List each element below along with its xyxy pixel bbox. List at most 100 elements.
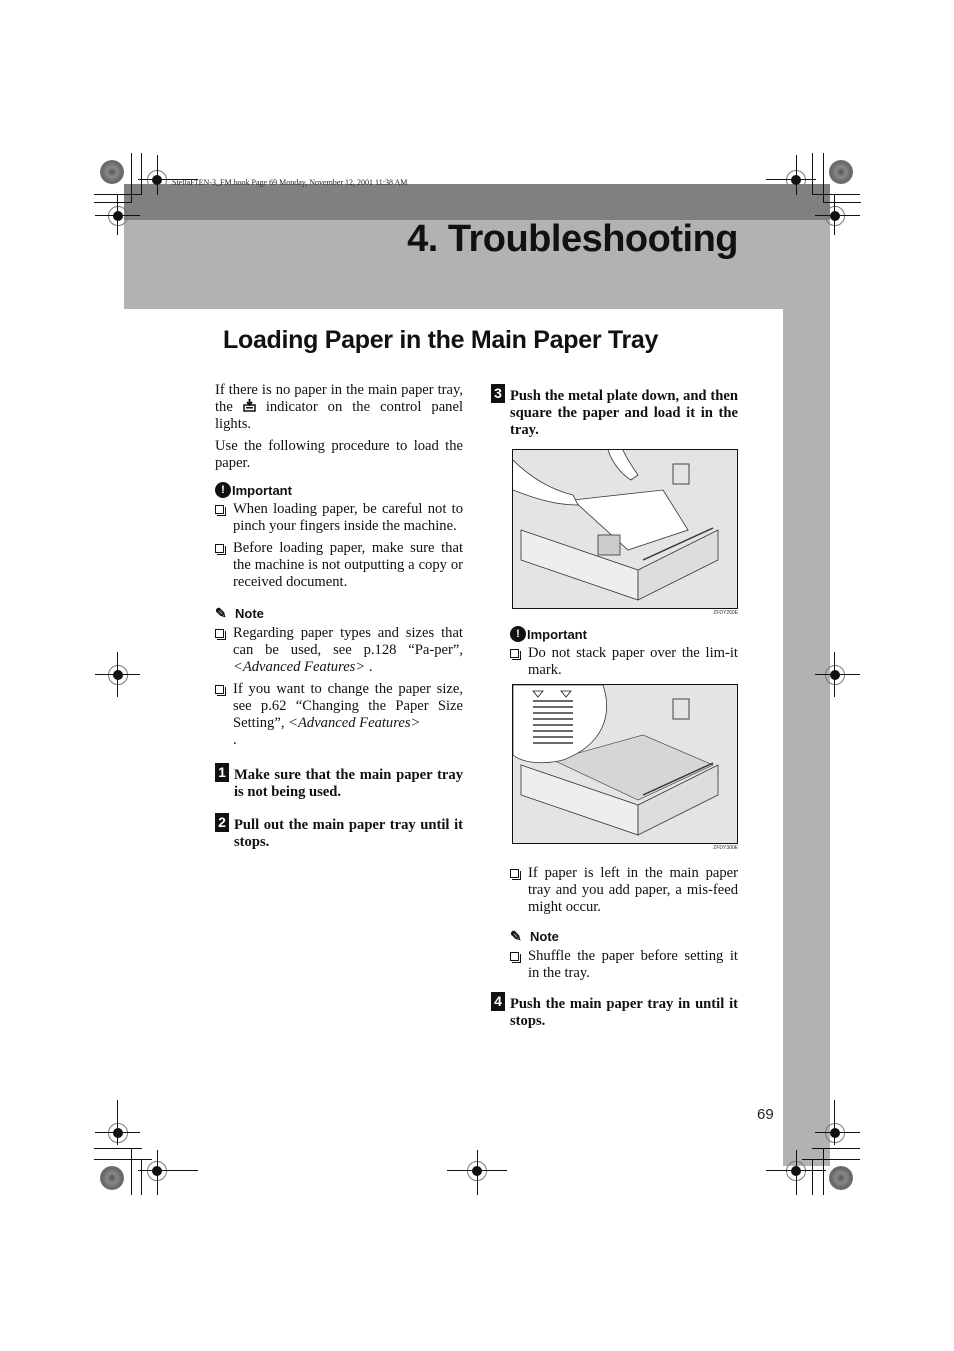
note-heading: ✎ Note <box>215 605 463 622</box>
crop-line <box>815 1132 860 1133</box>
crop-line <box>117 195 118 235</box>
crop-line <box>477 1150 478 1195</box>
crop-line <box>812 194 860 195</box>
crop-line <box>94 1148 142 1149</box>
left-column: If there is no paper in the main paper t… <box>215 382 463 851</box>
step-text: Push the metal plate down, and then squa… <box>510 388 738 438</box>
illustration-frame <box>512 684 738 844</box>
figure-code: ZFDY300E <box>713 845 738 851</box>
checkbox-bullet-icon <box>215 505 226 516</box>
illustration-frame <box>512 449 738 609</box>
chapter-title: 4. Troubleshooting <box>407 218 738 260</box>
crop-line <box>131 1148 132 1195</box>
figure-limit-mark: ZFDY300E <box>512 684 738 851</box>
important-label: Important <box>527 626 587 642</box>
crop-line <box>815 674 860 675</box>
figure-code: ZFDY260E <box>713 610 738 616</box>
list-item-text: Before loading paper, make sure that the… <box>233 540 463 590</box>
color-target-icon <box>100 160 124 184</box>
list-item: Do not stack paper over the lim-it mark. <box>510 645 738 679</box>
figure-loading-paper: ZFDY260E <box>512 449 738 616</box>
registration-mark-icon <box>108 1123 128 1143</box>
right-column: 3 Push the metal plate down, and then sq… <box>491 384 738 1030</box>
list-item-text: . <box>365 659 373 675</box>
important-heading: ! Important <box>491 626 738 642</box>
intro-paragraph: Use the following procedure to load the … <box>215 438 463 471</box>
figure-note-list: If paper is left in the main paper tray … <box>510 865 738 916</box>
registration-mark-icon <box>108 665 128 685</box>
chapter-header-band-dark <box>124 184 830 220</box>
important-list: When loading paper, be careful not to pi… <box>215 501 463 591</box>
crop-line <box>117 1100 118 1145</box>
crop-line <box>823 1148 824 1195</box>
crop-line <box>796 155 797 195</box>
crop-line <box>94 202 132 203</box>
list-item-text: When loading paper, be careful not to pi… <box>233 501 463 534</box>
crop-line <box>94 1159 152 1160</box>
important-icon: ! <box>510 626 526 642</box>
crop-line <box>802 1159 860 1160</box>
crop-line <box>823 153 824 203</box>
checkbox-bullet-icon <box>215 685 226 696</box>
color-target-icon <box>829 1166 853 1190</box>
color-target-icon <box>100 1166 124 1190</box>
list-item: Regarding paper types and sizes that can… <box>215 625 463 676</box>
crop-line <box>117 652 118 697</box>
checkbox-bullet-icon <box>510 952 521 963</box>
important-heading: ! Important <box>215 482 463 498</box>
checkbox-bullet-icon <box>510 869 521 880</box>
crop-line <box>131 153 132 203</box>
step-number-badge: 3 <box>491 384 505 403</box>
important-label: Important <box>232 482 292 498</box>
step-text: Pull out the main paper tray until it st… <box>234 817 463 850</box>
list-item: When loading paper, be careful not to pi… <box>215 501 463 535</box>
list-item-text: . <box>233 732 237 748</box>
crop-line <box>766 179 816 180</box>
registration-mark-icon <box>825 206 845 226</box>
paper-tray-limit-illustration <box>513 685 737 843</box>
file-info-slug: StellaF1EN-3_FM.book Page 69 Monday, Nov… <box>172 178 408 187</box>
step-4: 4 Push the main paper tray in until it s… <box>491 992 738 1030</box>
crop-line <box>138 1170 198 1171</box>
page-number: 69 <box>757 1106 774 1123</box>
step-number-badge: 4 <box>491 992 505 1011</box>
section-title: Loading Paper in the Main Paper Tray <box>223 326 659 354</box>
paper-tray-indicator-icon <box>243 399 256 412</box>
list-item: Shuffle the paper before setting it in t… <box>510 948 738 982</box>
paper-tray-illustration <box>513 450 737 608</box>
step-text: Push the main paper tray in until it sto… <box>510 996 738 1029</box>
crop-line <box>834 195 835 235</box>
checkbox-bullet-icon <box>510 649 521 660</box>
checkbox-bullet-icon <box>215 544 226 555</box>
crop-line <box>812 153 813 195</box>
list-item: If you want to change the paper size, se… <box>215 681 463 749</box>
registration-mark-icon <box>825 1123 845 1143</box>
crop-line <box>812 1159 813 1195</box>
crop-line <box>157 155 158 195</box>
color-target-icon <box>829 160 853 184</box>
important-list: Do not stack paper over the lim-it mark. <box>510 645 738 679</box>
crop-line <box>834 1100 835 1145</box>
crop-line <box>823 202 861 203</box>
step-number-badge: 1 <box>215 763 229 782</box>
note-label: Note <box>235 606 264 621</box>
note-label: Note <box>530 929 559 944</box>
pencil-icon: ✎ <box>215 605 227 621</box>
list-item: Before loading paper, make sure that the… <box>215 540 463 591</box>
side-thumb-bar <box>783 309 830 1166</box>
cross-reference-link[interactable]: <Advanced Features> <box>233 659 365 675</box>
crop-line <box>796 1150 797 1195</box>
crop-line <box>141 153 142 195</box>
cross-reference-link[interactable]: <Advanced Features> <box>288 715 420 731</box>
crop-line <box>815 215 860 216</box>
pencil-icon: ✎ <box>510 928 522 944</box>
note-heading: ✎ Note <box>491 928 738 945</box>
step-2: 2 Pull out the main paper tray until it … <box>215 813 463 851</box>
crop-line <box>141 1159 142 1195</box>
step-number-badge: 2 <box>215 813 229 832</box>
note-list: Regarding paper types and sizes that can… <box>215 625 463 749</box>
list-item-text: If paper is left in the main paper tray … <box>528 865 738 915</box>
checkbox-bullet-icon <box>215 629 226 640</box>
registration-mark-icon <box>108 206 128 226</box>
list-item-text: Regarding paper types and sizes that can… <box>233 625 463 658</box>
